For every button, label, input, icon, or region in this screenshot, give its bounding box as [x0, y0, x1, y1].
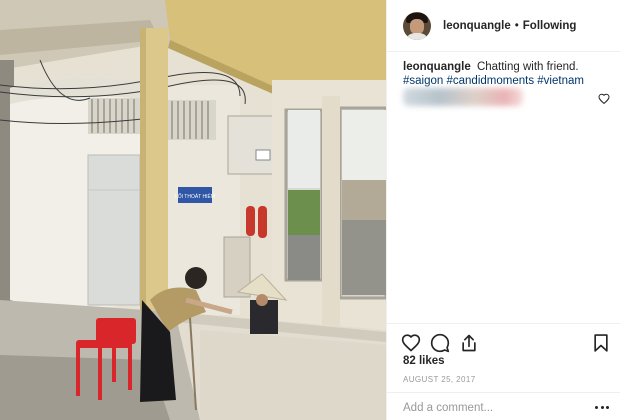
- instagram-post: LỐI THOÁT HIỂM leonquangle • Following l…: [0, 0, 620, 420]
- post-header: leonquangle • Following: [387, 0, 620, 52]
- hashtag-vietnam[interactable]: #vietnam: [537, 75, 584, 87]
- caption-text: Chatting with friend.: [476, 61, 579, 73]
- heart-outline-icon[interactable]: [598, 93, 610, 105]
- exit-sign-text: LỐI THOÁT HIỂM: [175, 193, 215, 200]
- ellipsis-icon[interactable]: [595, 401, 609, 413]
- header-text: leonquangle • Following: [443, 20, 576, 32]
- avatar-face: [410, 18, 424, 34]
- post-photo[interactable]: LỐI THOÁT HIỂM: [0, 0, 386, 420]
- ellipsis-dot: [606, 405, 609, 409]
- comment-bar: [387, 392, 620, 420]
- heart-outline-icon[interactable]: [401, 333, 421, 353]
- post-sidebar: leonquangle • Following leonquangle Chat…: [386, 0, 620, 420]
- comment-input[interactable]: [403, 399, 583, 416]
- speech-bubble-icon[interactable]: [430, 333, 450, 353]
- post-caption: leonquangle Chatting with friend. #saigo…: [403, 60, 609, 88]
- caption-username[interactable]: leonquangle: [403, 61, 471, 73]
- hashtag-candidmoments[interactable]: #candidmoments: [447, 75, 535, 87]
- action-bar: 82 likes AUGUST 25, 2017: [387, 323, 620, 420]
- hashtag-saigon[interactable]: #saigon: [403, 75, 443, 87]
- photo-illustration: LỐI THOÁT HIỂM: [0, 0, 386, 420]
- post-date[interactable]: AUGUST 25, 2017: [403, 375, 476, 384]
- following-button[interactable]: Following: [523, 20, 577, 32]
- author-username[interactable]: leonquangle: [443, 20, 511, 32]
- bookmark-icon[interactable]: [591, 333, 611, 353]
- avatar[interactable]: [403, 11, 431, 40]
- avatar-shirt: [405, 32, 429, 40]
- share-arrow-icon[interactable]: [459, 333, 479, 353]
- ellipsis-dot: [595, 405, 598, 409]
- separator-dot: •: [514, 19, 519, 32]
- blurred-comment: [403, 88, 523, 106]
- ellipsis-dot: [600, 405, 604, 409]
- likes-count[interactable]: 82 likes: [403, 355, 445, 367]
